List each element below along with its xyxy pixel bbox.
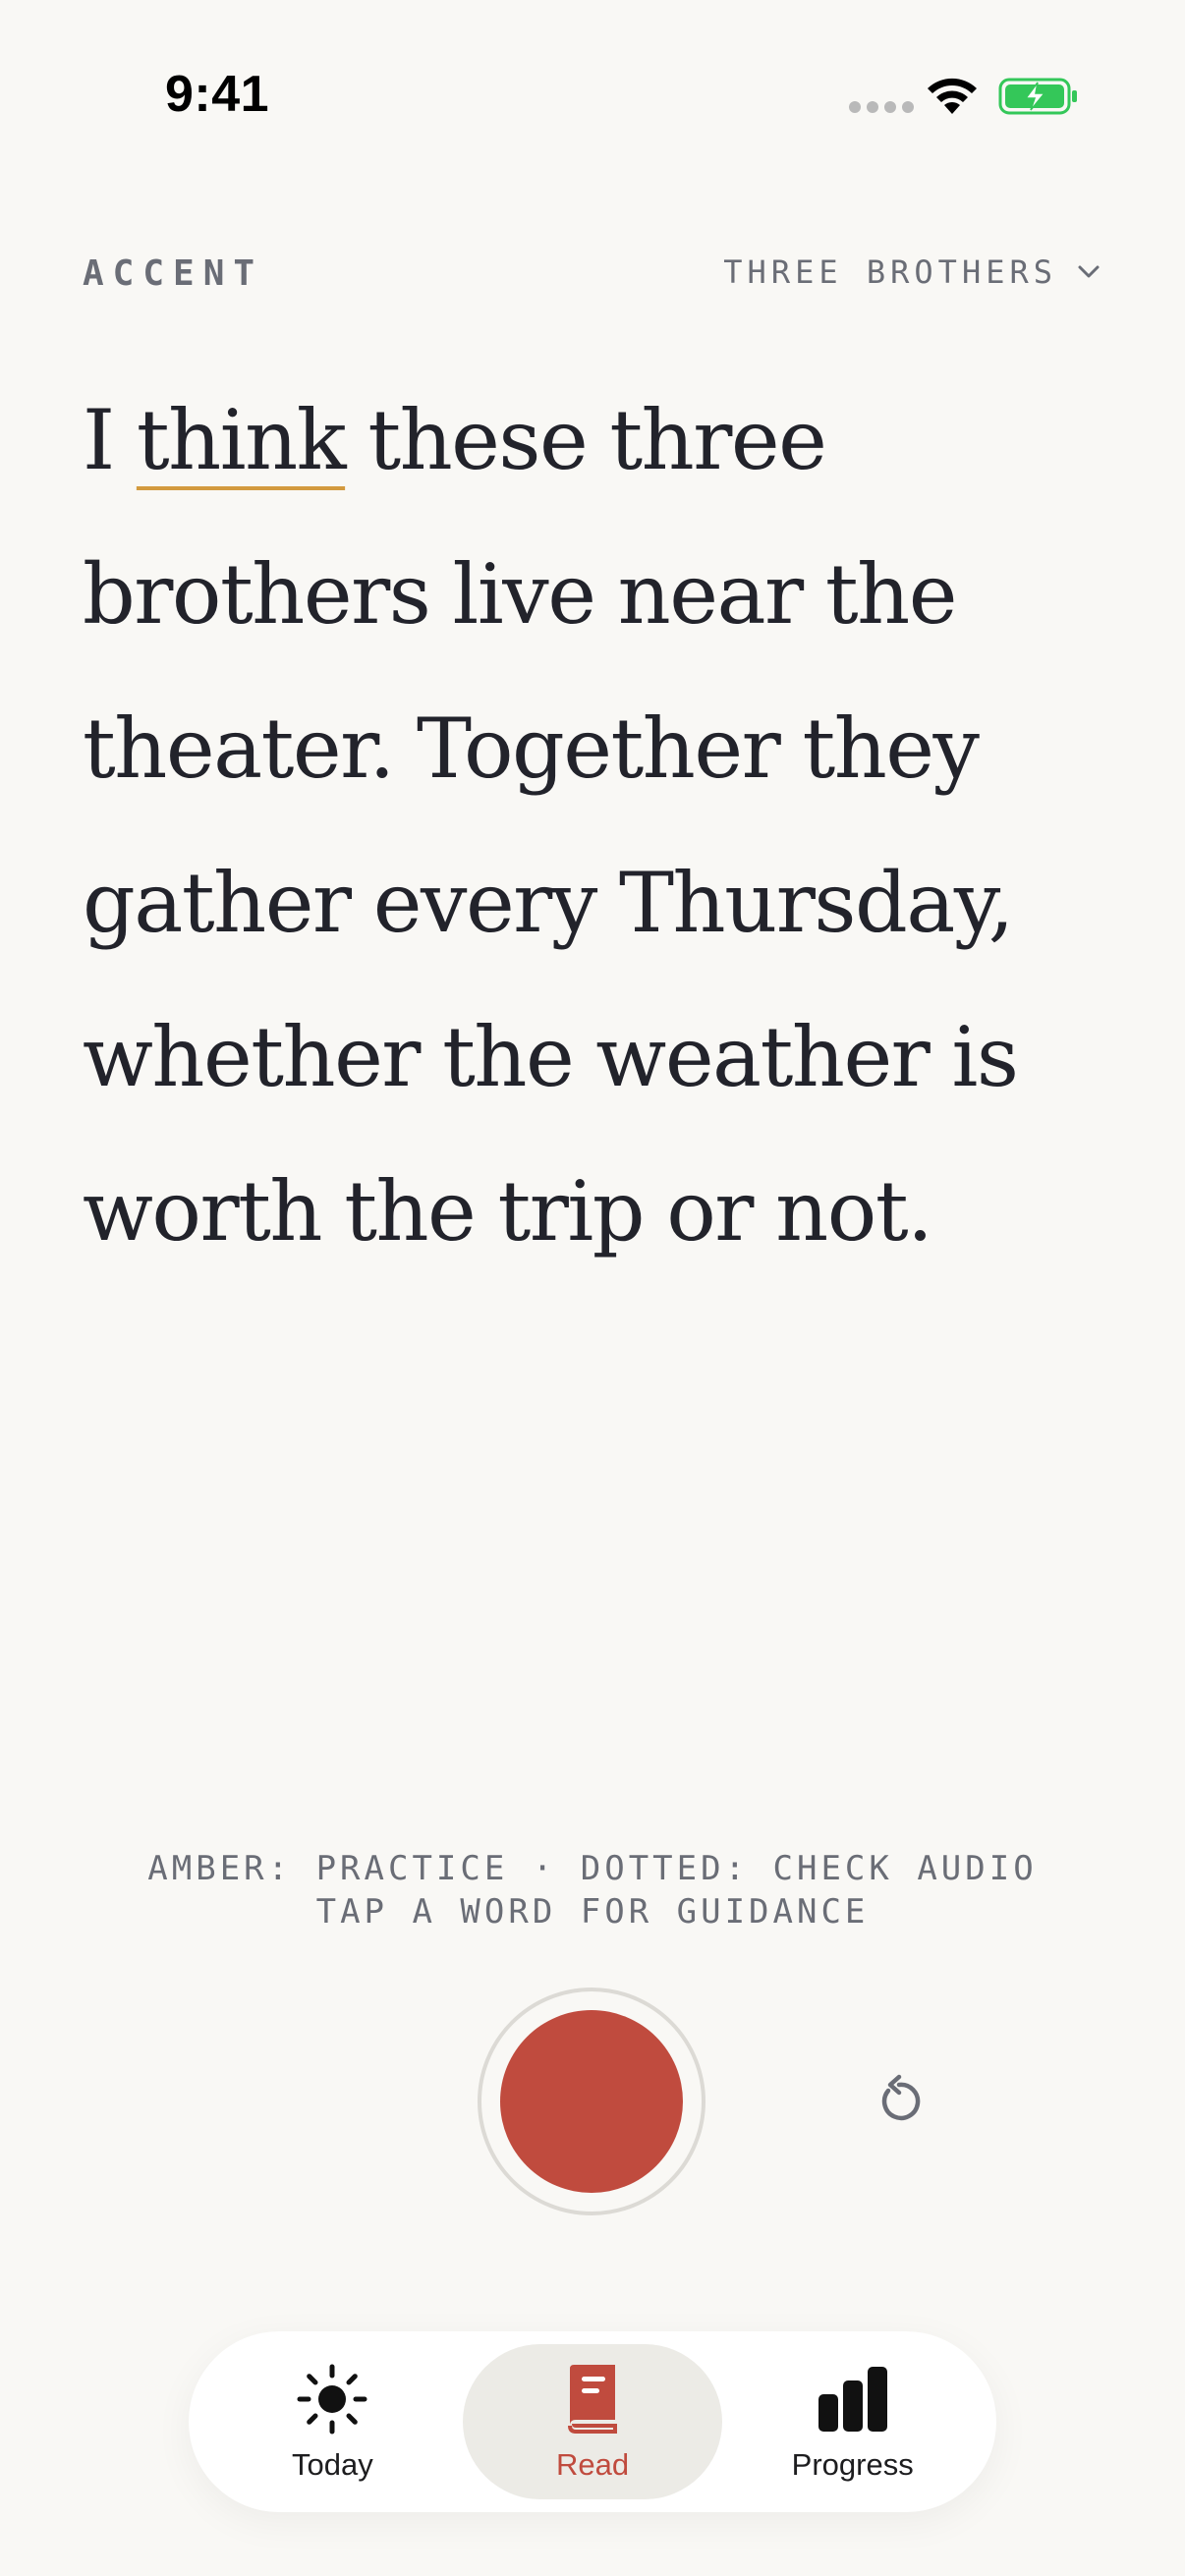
passage-word[interactable]: brothers xyxy=(83,546,431,643)
passage-word[interactable]: the xyxy=(825,546,958,643)
tab-read-label: Read xyxy=(555,2447,630,2482)
replay-icon xyxy=(881,2074,921,2121)
legend-line-1: AMBER: PRACTICE · DOTTED: CHECK AUDIO xyxy=(147,1849,1038,1888)
tab-bar: Today Read Progress xyxy=(189,2331,996,2512)
tab-today-label: Today xyxy=(291,2447,373,2482)
reading-passage: I think these three brothers live near t… xyxy=(83,364,1114,1289)
status-time: 9:41 xyxy=(165,66,270,123)
passage-word[interactable]: or xyxy=(666,1163,754,1260)
passage-selector[interactable]: THREE BROTHERS xyxy=(723,253,1102,291)
passage-word[interactable]: theater. xyxy=(83,700,395,797)
cellular-signal-icon xyxy=(849,101,914,113)
record-button[interactable] xyxy=(478,1988,705,2215)
passage-word[interactable]: near xyxy=(618,546,805,643)
record-dot xyxy=(500,2010,683,2193)
app-title: ACCENT xyxy=(83,253,264,294)
passage-word[interactable]: they xyxy=(802,700,980,797)
battery-charging-icon xyxy=(998,78,1077,115)
passage-word[interactable]: Thursday, xyxy=(619,855,1014,951)
status-bar: 9:41 xyxy=(0,0,1185,187)
passage-selector-label: THREE BROTHERS xyxy=(723,253,1057,291)
passage-word[interactable]: gather xyxy=(83,855,352,951)
passage-word[interactable]: Together xyxy=(417,700,781,797)
passage-word[interactable]: three xyxy=(609,392,826,488)
tab-progress[interactable]: Progress xyxy=(722,2344,983,2499)
passage-word[interactable]: weather xyxy=(595,1009,930,1105)
tab-today[interactable]: Today xyxy=(202,2344,463,2499)
passage-word[interactable]: whether xyxy=(83,1009,421,1105)
sun-icon xyxy=(297,2364,367,2435)
legend-line-2: TAP A WORD FOR GUIDANCE xyxy=(315,1892,870,1932)
legend: AMBER: PRACTICE · DOTTED: CHECK AUDIO TA… xyxy=(0,1847,1185,1933)
book-icon xyxy=(568,2365,617,2434)
passage-word[interactable]: think xyxy=(137,392,347,488)
bar-chart-icon xyxy=(818,2367,887,2432)
passage-word[interactable]: the xyxy=(442,1009,575,1105)
passage-word[interactable]: worth xyxy=(83,1163,322,1260)
passage-word[interactable]: every xyxy=(373,855,598,951)
passage-word[interactable]: I xyxy=(83,392,115,488)
passage-word[interactable]: live xyxy=(453,546,596,643)
passage-word[interactable]: not. xyxy=(775,1163,933,1260)
tab-progress-label: Progress xyxy=(791,2447,914,2482)
passage-word[interactable]: these xyxy=(367,392,588,488)
wifi-icon xyxy=(928,78,977,114)
passage-word[interactable]: trip xyxy=(497,1163,645,1260)
tab-read[interactable]: Read xyxy=(462,2344,723,2499)
passage-word[interactable]: the xyxy=(344,1163,477,1260)
chevron-down-icon xyxy=(1078,265,1100,278)
replay-button[interactable] xyxy=(865,2067,933,2136)
passage-word[interactable]: is xyxy=(952,1009,1019,1105)
